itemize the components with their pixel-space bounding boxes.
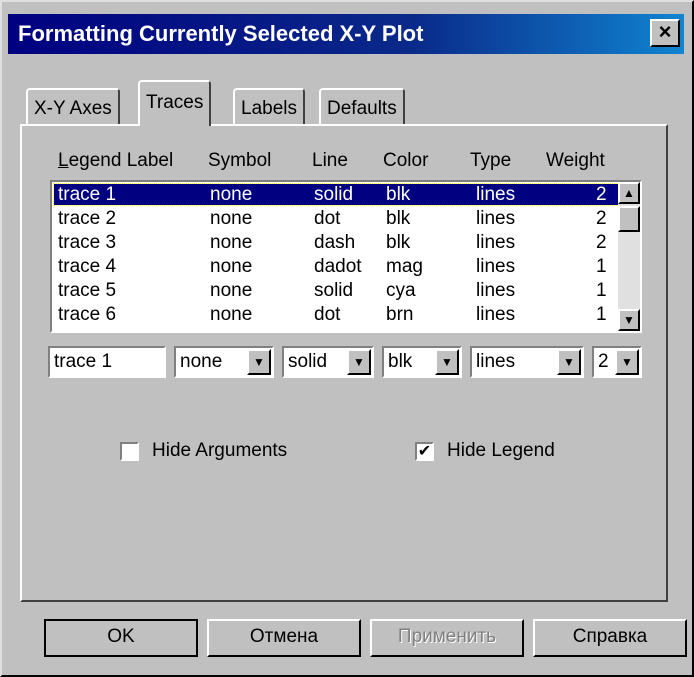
cell-label: trace 3	[58, 232, 117, 253]
chevron-down-icon[interactable]: ▼	[615, 349, 639, 375]
cell-symbol: none	[210, 304, 253, 325]
list-row[interactable]: trace 6 none dot brn lines 1	[54, 304, 622, 325]
chevron-down-icon[interactable]: ▼	[557, 349, 581, 375]
header-line: Line	[312, 150, 348, 171]
list-row[interactable]: trace 3 none dash blk lines 2	[54, 232, 622, 253]
color-value: blk	[388, 351, 413, 372]
cell-label: trace 6	[58, 304, 117, 325]
cell-weight: 1	[596, 256, 607, 277]
cancel-button[interactable]: Отмена	[207, 619, 361, 657]
header-type: Type	[470, 150, 512, 171]
checkmark-icon: ✔	[417, 443, 432, 460]
header-symbol: Symbol	[208, 150, 272, 171]
tab-xy-axes[interactable]: X-Y Axes	[26, 88, 120, 126]
cell-color: mag	[386, 256, 423, 277]
hide-legend-checkbox[interactable]: ✔	[415, 442, 434, 461]
tab-label: Labels	[241, 98, 297, 119]
cell-color: blk	[386, 208, 411, 229]
legend-label-value: trace 1	[54, 351, 113, 372]
cell-label: trace 2	[58, 208, 117, 229]
cell-color: blk	[386, 184, 411, 205]
cell-weight: 2	[596, 208, 607, 229]
tab-label: Defaults	[327, 98, 397, 119]
header-weight: Weight	[546, 150, 605, 171]
cell-line: dot	[314, 304, 341, 325]
line-value: solid	[288, 351, 328, 372]
list-row[interactable]: trace 2 none dot blk lines 2	[54, 208, 622, 229]
chevron-down-icon[interactable]: ▼	[247, 349, 271, 375]
cell-color: brn	[386, 304, 414, 325]
tab-traces[interactable]: Traces	[138, 80, 212, 126]
scroll-up-icon[interactable]: ▲	[618, 182, 640, 204]
cell-symbol: none	[210, 184, 253, 205]
cell-symbol: none	[210, 208, 253, 229]
weight-value: 2	[598, 351, 609, 372]
close-icon: ×	[658, 19, 672, 44]
weight-dropdown[interactable]: 2 ▼	[592, 346, 642, 378]
hide-legend-label[interactable]: Hide Legend	[447, 440, 555, 462]
type-value: lines	[476, 351, 516, 372]
cell-color: cya	[386, 280, 416, 301]
tab-label: Traces	[146, 92, 204, 113]
header-legend-label: Legend Label	[58, 150, 174, 171]
legend-label-input[interactable]: trace 1	[48, 346, 166, 378]
traces-listbox[interactable]: trace 1 none solid blk lines 2 trace 2 none dot b…	[50, 180, 642, 333]
chevron-down-icon[interactable]: ▼	[347, 349, 371, 375]
help-button[interactable]: Справка	[533, 619, 687, 657]
cell-symbol: none	[210, 232, 253, 253]
ok-button[interactable]: OK	[44, 619, 198, 657]
tab-defaults[interactable]: Defaults	[319, 88, 405, 126]
cell-label: trace 4	[58, 256, 117, 277]
scroll-down-icon[interactable]: ▼	[618, 309, 640, 331]
cell-weight: 2	[596, 184, 607, 205]
close-button[interactable]: ×	[650, 19, 680, 47]
apply-button: Применить	[370, 619, 524, 657]
chevron-down-icon[interactable]: ▼	[435, 349, 459, 375]
vertical-scrollbar[interactable]: ▲ ▼	[618, 182, 640, 331]
cell-type: lines	[476, 208, 516, 229]
cell-line: dash	[314, 232, 356, 253]
list-row[interactable]: trace 1 none solid blk lines 2	[53, 183, 623, 206]
tab-labels[interactable]: Labels	[233, 88, 305, 126]
cell-label: trace 5	[58, 280, 117, 301]
cell-symbol: none	[210, 256, 253, 277]
cell-type: lines	[476, 304, 516, 325]
tab-label: X-Y Axes	[34, 98, 112, 119]
window-title: Formatting Currently Selected X-Y Plot	[18, 21, 424, 46]
cell-line: solid	[314, 184, 354, 205]
cell-label: trace 1	[58, 184, 117, 205]
cell-line: solid	[314, 280, 354, 301]
line-dropdown[interactable]: solid ▼	[282, 346, 374, 378]
cell-weight: 1	[596, 280, 607, 301]
cell-type: lines	[476, 184, 516, 205]
title-bar[interactable]: Formatting Currently Selected X-Y Plot ×	[8, 14, 684, 54]
list-row[interactable]: trace 4 none dadot mag lines 1	[54, 256, 622, 277]
cell-type: lines	[476, 280, 516, 301]
hide-arguments-label[interactable]: Hide Arguments	[152, 440, 287, 462]
cell-weight: 2	[596, 232, 607, 253]
hide-arguments-checkbox[interactable]	[120, 442, 139, 461]
cell-color: blk	[386, 232, 411, 253]
list-row[interactable]: trace 5 none solid cya lines 1	[54, 280, 622, 301]
cell-symbol: none	[210, 280, 253, 301]
cell-type: lines	[476, 256, 516, 277]
cell-line: dot	[314, 208, 341, 229]
color-dropdown[interactable]: blk ▼	[382, 346, 462, 378]
cell-line: dadot	[314, 256, 362, 277]
scroll-thumb[interactable]	[618, 206, 640, 232]
cell-weight: 1	[596, 304, 607, 325]
header-color: Color	[383, 150, 429, 171]
cell-type: lines	[476, 232, 516, 253]
symbol-dropdown[interactable]: none ▼	[174, 346, 274, 378]
symbol-value: none	[180, 351, 223, 372]
type-dropdown[interactable]: lines ▼	[470, 346, 584, 378]
